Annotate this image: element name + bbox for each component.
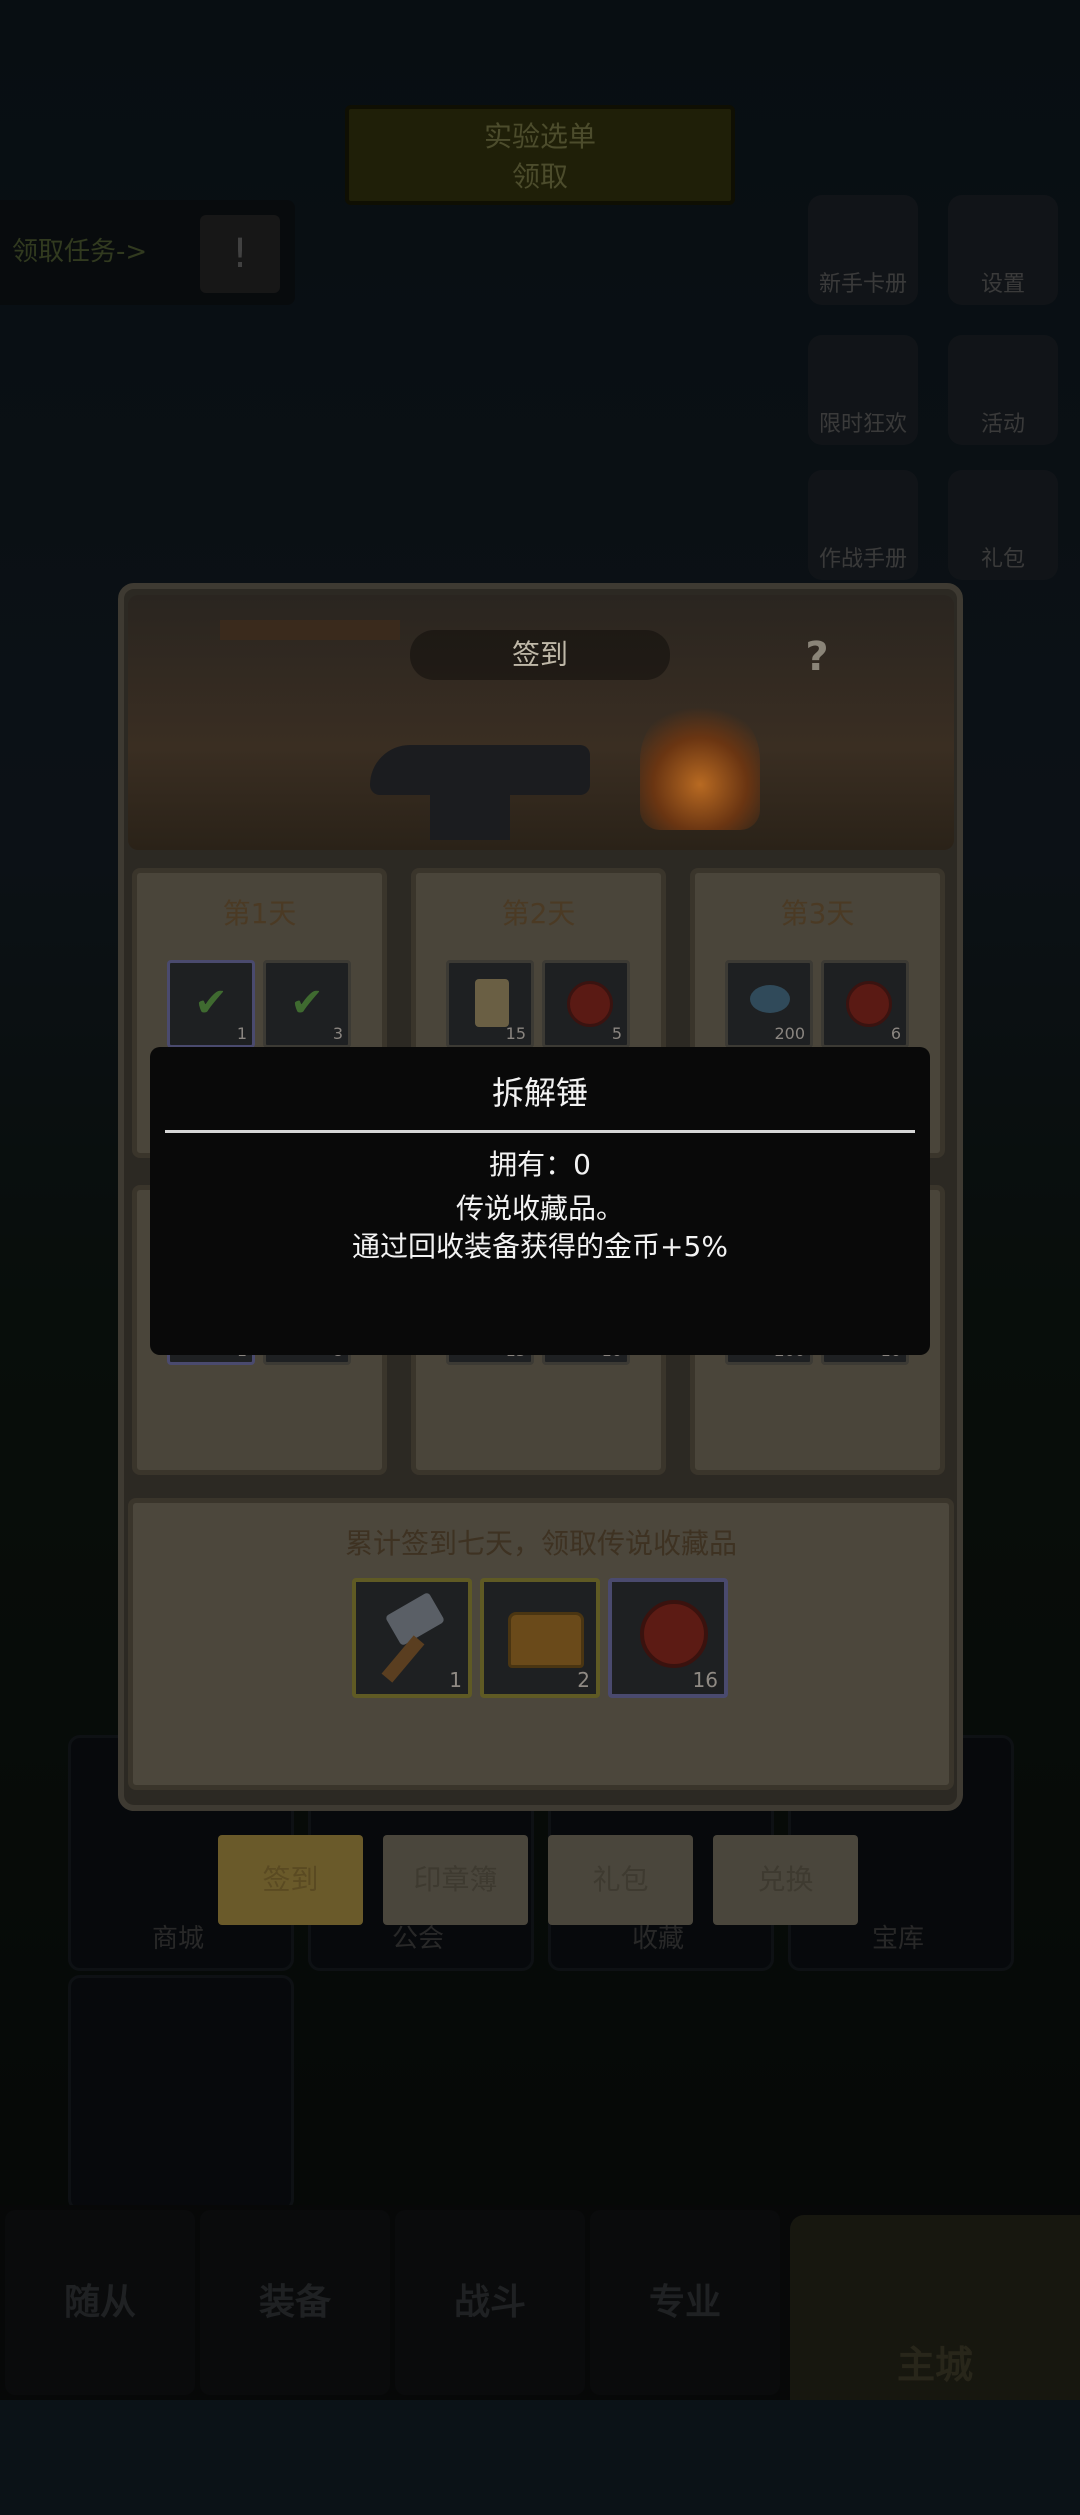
tool-rack bbox=[220, 620, 400, 640]
anvil-base bbox=[430, 790, 510, 840]
tooltip-desc-1: 传说收藏品。 bbox=[455, 1192, 624, 1225]
reward-count: 15 bbox=[505, 1024, 526, 1043]
tooltip-desc-2: 通过回收装备获得的金币+5% bbox=[352, 1230, 728, 1263]
forge-fire bbox=[640, 700, 760, 830]
seal-icon bbox=[846, 981, 892, 1027]
day-label-3: 第3天 bbox=[780, 897, 855, 930]
day-label-1: 第1天 bbox=[222, 897, 297, 930]
tab-signin[interactable]: 签到 bbox=[218, 1835, 363, 1925]
reward-slot[interactable]: 15 bbox=[446, 960, 534, 1048]
seal-icon bbox=[567, 981, 613, 1027]
tab-exchange[interactable]: 兑换 bbox=[713, 1835, 858, 1925]
tooltip-owned: 拥有：0 bbox=[489, 1148, 591, 1181]
panel-title: 签到 bbox=[410, 630, 670, 680]
reward-count: 1 bbox=[449, 1668, 462, 1692]
reward-count: 16 bbox=[692, 1668, 718, 1692]
reward-slot[interactable]: 5 bbox=[542, 960, 630, 1048]
tab-gift-pack[interactable]: 礼包 bbox=[548, 1835, 693, 1925]
reward-slot-chest[interactable]: 2 bbox=[480, 1578, 600, 1698]
anvil bbox=[370, 745, 590, 795]
treasure-chest-icon bbox=[508, 1612, 584, 1668]
help-icon[interactable]: ? bbox=[795, 632, 839, 682]
reward-slot-seal[interactable]: 16 bbox=[608, 1578, 728, 1698]
tooltip-divider bbox=[165, 1130, 915, 1133]
reward-slot[interactable]: 200 bbox=[725, 960, 813, 1048]
reward-count: 1 bbox=[236, 1024, 247, 1043]
seal-icon bbox=[640, 1600, 708, 1668]
cumulative-reward-title: 累计签到七天，领取传说收藏品 bbox=[344, 1527, 737, 1560]
reward-slot[interactable]: ✔ 3 bbox=[263, 960, 351, 1048]
scroll-icon bbox=[475, 979, 509, 1027]
reward-count: 6 bbox=[890, 1024, 901, 1043]
tab-stamp-book[interactable]: 印章簿 bbox=[383, 1835, 528, 1925]
reward-slot-hammer[interactable]: 1 bbox=[352, 1578, 472, 1698]
reward-slot[interactable]: ✔ 1 bbox=[167, 960, 255, 1048]
gem-icon bbox=[750, 985, 790, 1013]
reward-count: 200 bbox=[774, 1024, 805, 1043]
tooltip-title: 拆解锤 bbox=[491, 1074, 588, 1112]
reward-count: 5 bbox=[611, 1024, 622, 1043]
reward-count: 3 bbox=[332, 1024, 343, 1043]
reward-count: 2 bbox=[577, 1668, 590, 1692]
reward-slot[interactable]: 6 bbox=[821, 960, 909, 1048]
day-label-2: 第2天 bbox=[501, 897, 576, 930]
